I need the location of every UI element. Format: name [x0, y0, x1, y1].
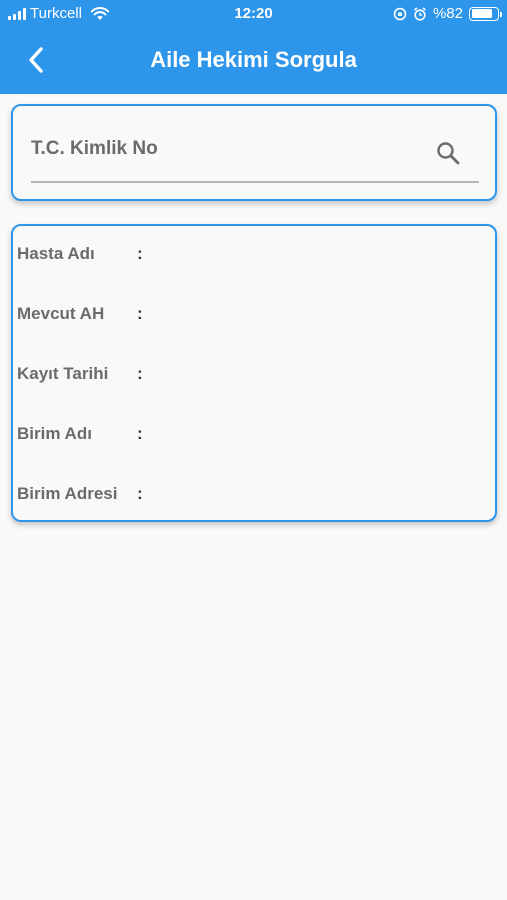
orientation-lock-icon [393, 7, 407, 20]
status-right: %82 [393, 5, 502, 22]
info-colon: : [137, 304, 143, 323]
status-bar: Turkcell 12:20 %82 [0, 0, 507, 28]
battery-percent: %82 [432, 5, 463, 22]
info-label: Birim Adresi [17, 484, 118, 503]
info-label: Kayıt Tarihi [17, 364, 109, 383]
info-row-hasta-adi: Hasta Adı : [17, 242, 155, 266]
info-colon: : [137, 364, 143, 383]
info-colon: : [137, 484, 143, 503]
page-title: Aile Hekimi Sorgula [150, 47, 357, 72]
info-row-mevcut-ah: Mevcut AH : [17, 302, 155, 326]
info-label: Hasta Adı [17, 244, 95, 263]
info-row-birim-adi: Birim Adı : [17, 422, 155, 446]
info-row-kayit-tarihi: Kayıt Tarihi : [17, 362, 155, 386]
battery-icon [469, 6, 502, 21]
alarm-icon [413, 6, 426, 21]
info-row-birim-adresi: Birim Adresi : [17, 482, 155, 506]
search-underline [31, 181, 479, 183]
tc-kimlik-input[interactable] [31, 128, 421, 170]
search-card [11, 104, 497, 201]
app-header: Turkcell 12:20 %82 Aile Hekimi Sorgula [0, 0, 507, 94]
nav-bar: Aile Hekimi Sorgula [0, 28, 507, 94]
info-colon: : [137, 244, 143, 263]
battery-fill [471, 9, 492, 18]
info-label: Birim Adı [17, 424, 92, 443]
patient-info-card: Hasta Adı : Mevcut AH : Kayıt Tarihi : B… [11, 224, 497, 522]
search-icon[interactable] [435, 140, 461, 166]
info-colon: : [137, 424, 143, 443]
info-label: Mevcut AH [17, 304, 105, 323]
